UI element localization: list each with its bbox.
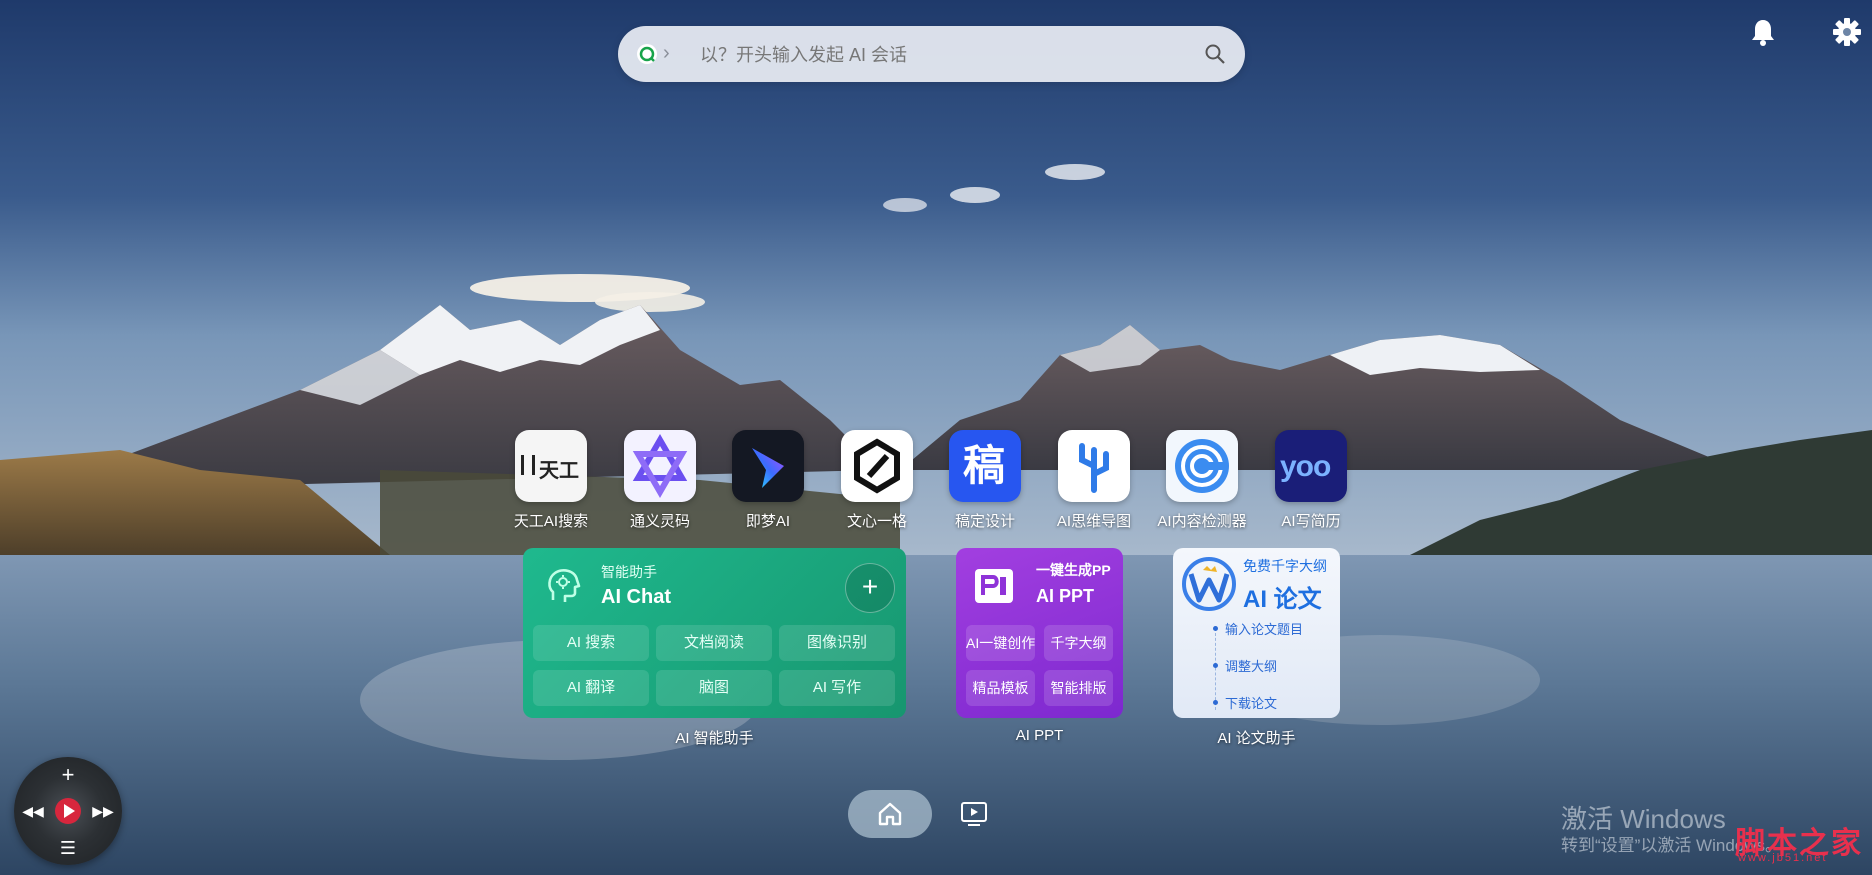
step-dot — [1213, 626, 1218, 631]
paper-card-caption: AI 论文助手 — [1217, 730, 1296, 747]
search-bar[interactable]: › — [618, 26, 1245, 82]
ai-search-button[interactable]: AI 搜索 — [533, 625, 649, 661]
step-enter-title[interactable]: 输入论文题目 — [1225, 619, 1303, 638]
music-player-widget[interactable]: + ◀◀ ▶▶ ☰ — [14, 757, 122, 865]
card-kicker: 一键生成PP — [1036, 562, 1111, 578]
app-gaoding-design[interactable]: 稿 稿定设计 — [935, 430, 1035, 531]
mindmap-icon — [1058, 430, 1130, 502]
play-button[interactable] — [55, 798, 81, 824]
app-tongyi-lingma[interactable]: 通义灵码 — [610, 430, 710, 531]
app-label: 文心一格 — [846, 513, 907, 530]
ai-one-click-create-button[interactable]: AI一键创作 — [966, 625, 1035, 661]
app-label: 天工AI搜索 — [513, 513, 589, 530]
smart-layout-button[interactable]: 智能排版 — [1044, 670, 1113, 706]
tiangong-logo-text: 天工 — [539, 460, 579, 482]
content-detector-icon — [1166, 430, 1238, 502]
tiangong-logo-icon: 天工 — [515, 430, 587, 502]
step-dot — [1213, 663, 1218, 668]
card-kicker: 免费千字大纲 — [1243, 558, 1327, 574]
gaoding-logo-text: 稿 — [963, 442, 1006, 489]
app-label: AI写简历 — [1281, 513, 1341, 530]
app-ai-resume[interactable]: yoo AI写简历 — [1261, 430, 1361, 531]
step-adjust-outline[interactable]: 调整大纲 — [1225, 656, 1277, 675]
step-download-paper[interactable]: 下载论文 — [1225, 693, 1277, 712]
app-wenxin-yige[interactable]: 文心一格 — [827, 430, 927, 531]
image-recognition-button[interactable]: 图像识别 — [779, 625, 895, 661]
chat-card-caption: AI 智能助手 — [675, 730, 754, 747]
add-song-icon[interactable]: + — [57, 764, 79, 786]
card-title: AI 论文 — [1243, 586, 1322, 613]
ai-translate-button[interactable]: AI 翻译 — [533, 670, 649, 706]
search-engine-icon[interactable] — [636, 43, 658, 65]
ai-chat-card[interactable]: 智能助手 AI Chat + AI 搜索 文档阅读 图像识别 AI 翻译 脑图 … — [523, 548, 906, 718]
ai-paper-card[interactable]: 免费千字大纲 AI 论文 输入论文题目 调整大纲 下载论文 — [1173, 548, 1340, 718]
gaoding-logo-icon: 稿 — [949, 430, 1021, 502]
ai-writing-button[interactable]: AI 写作 — [779, 670, 895, 706]
app-tiangong-search[interactable]: 天工 天工AI搜索 — [501, 430, 601, 531]
ai-ppt-card[interactable]: 一键生成PP AI PPT AI一键创作 千字大纲 精品模板 智能排版 — [956, 548, 1123, 718]
app-label: AI思维导图 — [1056, 513, 1132, 530]
home-nav-button[interactable] — [848, 790, 932, 838]
wenxin-yige-icon — [841, 430, 913, 502]
home-icon — [878, 802, 902, 826]
app-label: 即梦AI — [745, 513, 791, 530]
media-icon[interactable] — [960, 801, 988, 827]
jimeng-ai-icon — [732, 430, 804, 502]
step-dot — [1213, 700, 1218, 705]
search-input[interactable] — [698, 36, 1172, 74]
ppt-card-caption: AI PPT — [1015, 727, 1064, 744]
app-label: AI内容检测器 — [1157, 513, 1247, 530]
card-kicker: 智能助手 — [601, 564, 657, 580]
ai-brain-head-icon — [548, 569, 581, 602]
ppt-logo-icon — [975, 569, 1013, 603]
doc-reading-button[interactable]: 文档阅读 — [656, 625, 772, 661]
app-jimeng-ai[interactable]: 即梦AI — [718, 430, 818, 531]
card-title: AI PPT — [1036, 586, 1095, 606]
magnifier-icon[interactable] — [1203, 42, 1227, 66]
site-watermark-url: www.jb51.net — [1738, 852, 1828, 864]
template-button[interactable]: 精品模板 — [966, 670, 1035, 706]
playlist-icon[interactable]: ☰ — [57, 839, 79, 857]
engine-dropdown-chevron-icon[interactable]: › — [663, 41, 670, 65]
tongyi-lingma-icon — [624, 430, 696, 502]
card-title: AI Chat — [601, 586, 671, 608]
next-track-icon[interactable]: ▶▶ — [92, 802, 114, 820]
outline-button[interactable]: 千字大纲 — [1044, 625, 1113, 661]
app-ai-mindmap[interactable]: AI思维导图 — [1044, 430, 1144, 531]
bell-icon[interactable] — [1747, 16, 1779, 48]
steps-line — [1215, 628, 1217, 710]
new-chat-button[interactable]: + — [845, 563, 895, 613]
yoo-logo-icon: yoo — [1275, 430, 1347, 502]
mindmap-button[interactable]: 脑图 — [656, 670, 772, 706]
previous-track-icon[interactable]: ◀◀ — [22, 802, 44, 820]
gear-icon[interactable] — [1831, 16, 1863, 48]
app-ai-content-detector[interactable]: AI内容检测器 — [1152, 430, 1252, 531]
yoo-logo-text: yoo — [1280, 450, 1331, 483]
app-label: 稿定设计 — [954, 513, 1015, 530]
app-label: 通义灵码 — [629, 513, 690, 530]
paper-logo-icon — [1182, 557, 1236, 611]
